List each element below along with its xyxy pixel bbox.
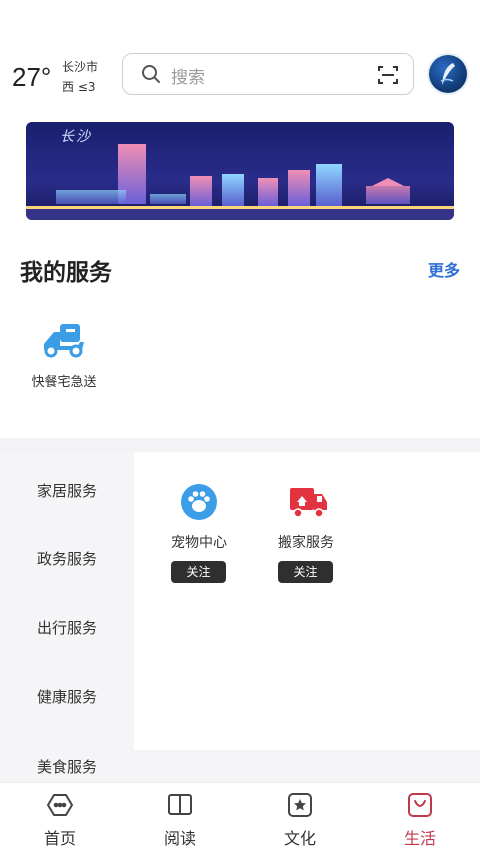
category-label: 政务服务: [36, 549, 97, 568]
search-bar[interactable]: 搜索: [122, 53, 414, 95]
section-divider: [0, 438, 480, 452]
paw-icon: [181, 484, 217, 524]
category-label: 出行服务: [36, 618, 97, 637]
scan-icon[interactable]: [377, 64, 399, 90]
tab-label: 阅读: [163, 829, 196, 848]
tab-reading[interactable]: 阅读: [120, 783, 240, 854]
content-footer-strip: [134, 750, 480, 782]
book-icon: [166, 791, 194, 823]
service-tile-moving[interactable]: 搬家服务 关注: [261, 484, 351, 584]
follow-button[interactable]: 关注: [278, 561, 333, 583]
tab-label: 首页: [43, 829, 76, 848]
tab-home[interactable]: 首页: [0, 783, 120, 854]
city-banner[interactable]: 长沙: [26, 122, 454, 220]
more-link[interactable]: 更多: [428, 257, 460, 281]
category-label: 美食服务: [36, 757, 97, 776]
service-tile-label: 搬家服务: [278, 535, 334, 551]
star-icon: [286, 791, 314, 823]
category-label: 家居服务: [36, 481, 97, 500]
tab-label: 文化: [283, 829, 316, 848]
moving-truck-icon: [288, 484, 328, 524]
category-travel-services[interactable]: 出行服务: [0, 593, 134, 661]
category-label: 健康服务: [36, 687, 97, 706]
service-tile-pet-center[interactable]: 宠物中心 关注: [154, 484, 244, 584]
bottom-tab-bar: 首页 阅读 文化 生活: [0, 782, 480, 854]
follow-button[interactable]: 关注: [171, 561, 226, 583]
category-home-services[interactable]: 家居服务: [0, 456, 134, 524]
banner-title: 长沙: [60, 129, 92, 145]
wind-info: 西 ≤3: [62, 80, 96, 94]
avatar[interactable]: [429, 55, 467, 93]
service-item-express-delivery[interactable]: 快餐宅急送: [22, 316, 106, 396]
category-content: 宠物中心 关注 搬家服务 关注: [134, 452, 480, 750]
service-tile-label: 宠物中心: [171, 535, 227, 551]
weather-widget[interactable]: 27° 长沙市 西 ≤3: [12, 56, 112, 100]
my-services-title: 我的服务: [20, 260, 112, 286]
city-name: 长沙市: [62, 60, 99, 74]
tab-culture[interactable]: 文化: [240, 783, 360, 854]
category-government-services[interactable]: 政务服务: [0, 524, 134, 592]
home-icon: [46, 791, 74, 823]
search-icon: [141, 64, 161, 88]
bag-icon: [406, 791, 434, 823]
tab-label: 生活: [403, 829, 436, 848]
scooter-icon: [40, 318, 86, 362]
service-item-label: 快餐宅急送: [31, 375, 97, 390]
temperature: 27°: [12, 62, 52, 92]
search-placeholder: 搜索: [171, 68, 205, 88]
tab-life[interactable]: 生活: [360, 783, 480, 854]
category-health-services[interactable]: 健康服务: [0, 662, 134, 730]
